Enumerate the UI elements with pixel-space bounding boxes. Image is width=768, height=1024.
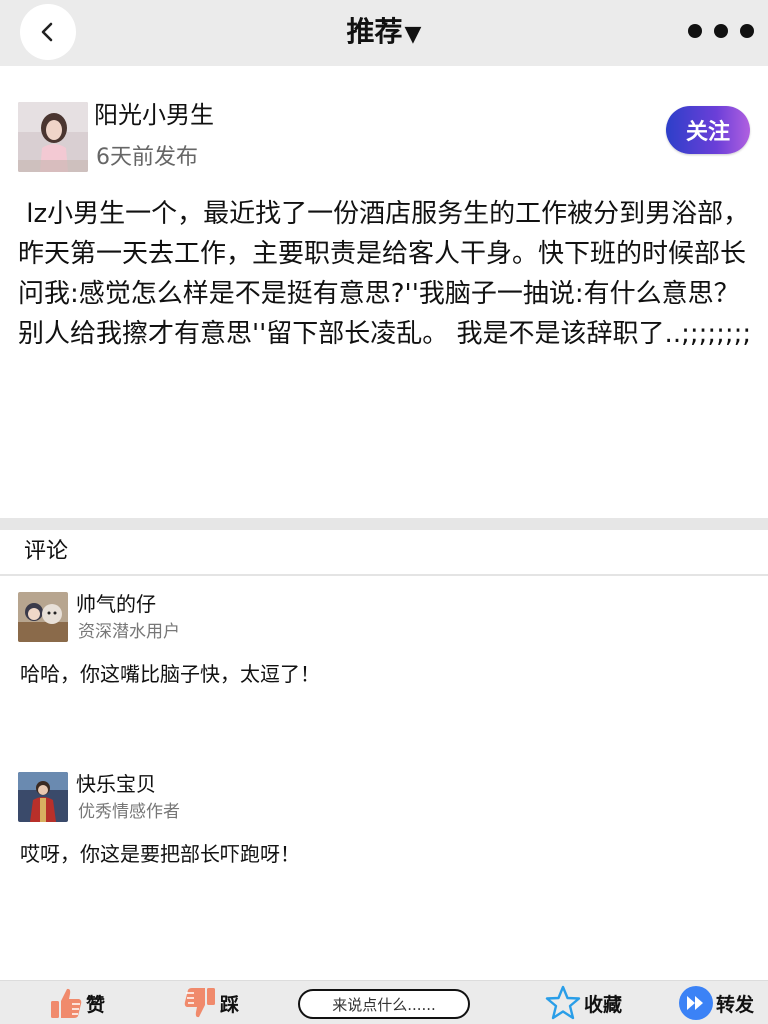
more-dot-icon <box>740 24 754 38</box>
feed-selector[interactable]: 推荐▼ <box>0 10 768 57</box>
commenter-name[interactable]: 帅气的仔 <box>76 590 156 618</box>
top-bar: 推荐▼ <box>0 0 768 66</box>
commenter-name[interactable]: 快乐宝贝 <box>76 770 156 798</box>
follow-button[interactable]: 关注 <box>666 106 750 154</box>
post-header: 阳光小男生 6天前发布 关注 <box>18 100 750 174</box>
avatar-photo <box>18 772 68 822</box>
thumbs-up-icon <box>51 988 82 1018</box>
share-button[interactable]: 转发 <box>678 983 754 1023</box>
author-avatar[interactable] <box>18 102 88 172</box>
commenter-avatar[interactable] <box>18 772 68 822</box>
divider <box>0 574 768 576</box>
comments-heading: 评论 <box>24 539 69 564</box>
thumbs-down-icon <box>184 988 215 1018</box>
like-button[interactable]: 赞 <box>48 983 105 1023</box>
post-content: lz小男生一个，最近找了一份酒店服务生的工作被分到男浴部，昨天第一天去工作，主要… <box>18 199 752 349</box>
comment-text: 哎呀，你这是要把部长吓跑呀！ <box>20 842 300 866</box>
fast-forward-icon <box>679 986 713 1020</box>
dropdown-caret-icon: ▼ <box>404 22 422 47</box>
dislike-button[interactable]: 踩 <box>182 983 239 1023</box>
commenter-avatar[interactable] <box>18 592 68 642</box>
favorite-label: 收藏 <box>584 993 623 1016</box>
comment-text: 哈哈，你这嘴比脑子快，太逗了！ <box>20 662 320 686</box>
comment-input[interactable]: 来说点什么...... <box>298 989 470 1019</box>
more-dot-icon <box>714 24 728 38</box>
section-divider <box>0 518 768 530</box>
share-label: 转发 <box>716 993 755 1016</box>
more-dot-icon <box>688 24 702 38</box>
comment-item: 帅气的仔 资深潜水用户 哈哈，你这嘴比脑子快，太逗了！ <box>18 592 758 702</box>
author-name[interactable]: 阳光小男生 <box>94 100 214 130</box>
avatar-photo <box>18 102 88 172</box>
star-icon <box>545 985 581 1020</box>
dislike-label: 踩 <box>220 993 240 1016</box>
post-time: 6天前发布 <box>96 145 198 170</box>
like-label: 赞 <box>86 993 106 1016</box>
commenter-badge: 优秀情感作者 <box>78 802 180 822</box>
favorite-button[interactable]: 收藏 <box>544 983 622 1023</box>
more-options-button[interactable] <box>688 18 754 44</box>
page-title: 推荐 <box>346 15 403 48</box>
comment-item: 快乐宝贝 优秀情感作者 哎呀，你这是要把部长吓跑呀！ <box>18 772 758 882</box>
avatar-photo <box>18 592 68 642</box>
bottom-action-bar: 赞 踩 来说点什么...... 收藏 转发 <box>0 980 768 1024</box>
commenter-badge: 资深潜水用户 <box>78 622 180 642</box>
